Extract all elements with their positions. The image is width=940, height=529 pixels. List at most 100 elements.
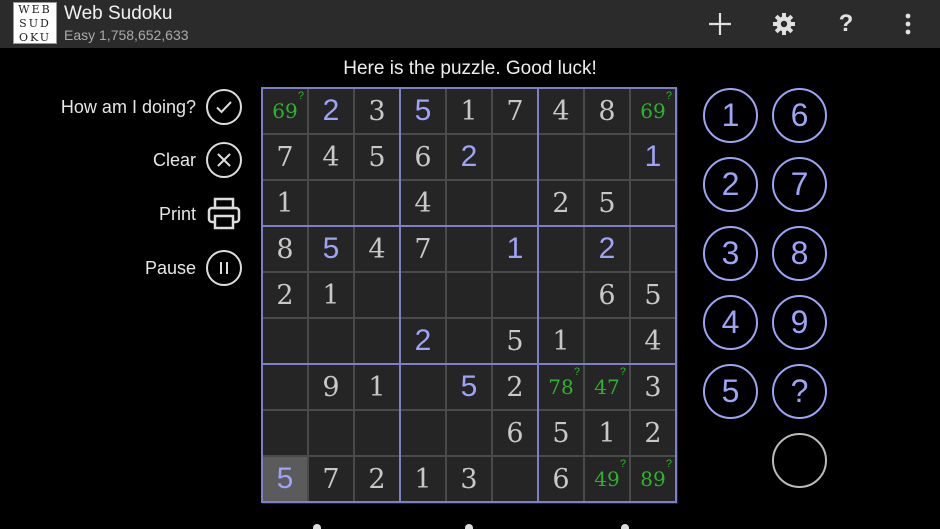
keypad-key-5[interactable]: 5: [703, 364, 758, 419]
sudoku-cell[interactable]: 4: [630, 318, 676, 364]
sudoku-cell[interactable]: 7: [308, 456, 354, 502]
sudoku-cell[interactable]: [492, 134, 538, 180]
sudoku-cell[interactable]: 7: [262, 134, 308, 180]
how-am-i-doing-button[interactable]: How am I doing?: [61, 89, 242, 125]
sudoku-cell[interactable]: 4: [400, 180, 446, 226]
keypad-key-7[interactable]: 7: [772, 157, 827, 212]
sudoku-cell[interactable]: [354, 410, 400, 456]
sudoku-cell[interactable]: 1: [354, 364, 400, 410]
sudoku-cell[interactable]: 5: [538, 410, 584, 456]
sudoku-cell[interactable]: 2: [400, 318, 446, 364]
sudoku-cell[interactable]: [262, 364, 308, 410]
sudoku-cell[interactable]: [584, 134, 630, 180]
keypad-key-9[interactable]: 9: [772, 295, 827, 350]
sudoku-cell[interactable]: 78?: [538, 364, 584, 410]
sudoku-cell[interactable]: [262, 318, 308, 364]
sudoku-cell[interactable]: 69?: [630, 88, 676, 134]
sudoku-cell[interactable]: 1: [538, 318, 584, 364]
sudoku-cell[interactable]: 1: [400, 456, 446, 502]
sudoku-cell[interactable]: 3: [630, 364, 676, 410]
sudoku-cell[interactable]: 4: [538, 88, 584, 134]
more-vert-icon[interactable]: [892, 8, 924, 40]
sudoku-cell[interactable]: 5: [400, 88, 446, 134]
keypad-key-8[interactable]: 8: [772, 226, 827, 281]
sudoku-cell[interactable]: [308, 318, 354, 364]
print-button[interactable]: Print: [159, 196, 242, 232]
sudoku-cell[interactable]: 5: [630, 272, 676, 318]
sudoku-cell[interactable]: 2: [354, 456, 400, 502]
sudoku-cell[interactable]: 6: [400, 134, 446, 180]
sudoku-cell[interactable]: [584, 318, 630, 364]
sudoku-cell[interactable]: 5: [584, 180, 630, 226]
pause-button[interactable]: Pause: [145, 250, 242, 286]
sudoku-cell[interactable]: 5: [492, 318, 538, 364]
sudoku-cell[interactable]: 2: [630, 410, 676, 456]
sudoku-cell[interactable]: 1: [630, 134, 676, 180]
sudoku-cell[interactable]: 1: [446, 88, 492, 134]
sudoku-cell[interactable]: 2: [538, 180, 584, 226]
sudoku-cell[interactable]: [492, 180, 538, 226]
keypad-guess-button[interactable]: ?: [772, 364, 827, 419]
keypad-key-2[interactable]: 2: [703, 157, 758, 212]
sudoku-cell[interactable]: [308, 410, 354, 456]
sudoku-cell[interactable]: [492, 456, 538, 502]
sudoku-cell[interactable]: [630, 226, 676, 272]
sudoku-cell[interactable]: 1: [492, 226, 538, 272]
sudoku-cell[interactable]: 49?: [584, 456, 630, 502]
plus-icon[interactable]: [704, 8, 736, 40]
sudoku-cell[interactable]: [446, 272, 492, 318]
sudoku-cell[interactable]: 6: [584, 272, 630, 318]
sudoku-cell[interactable]: [538, 272, 584, 318]
sudoku-cell[interactable]: [446, 318, 492, 364]
sudoku-cell[interactable]: 7: [400, 226, 446, 272]
sudoku-cell[interactable]: [400, 272, 446, 318]
sudoku-cell[interactable]: 1: [584, 410, 630, 456]
sudoku-cell[interactable]: 8: [262, 226, 308, 272]
sudoku-cell[interactable]: 5: [446, 364, 492, 410]
keypad-key-1[interactable]: 1: [703, 88, 758, 143]
sudoku-cell[interactable]: [538, 134, 584, 180]
sudoku-cell[interactable]: 1: [308, 272, 354, 318]
sudoku-cell[interactable]: [308, 180, 354, 226]
sudoku-cell[interactable]: 3: [354, 88, 400, 134]
keypad-erase-button[interactable]: [772, 433, 827, 488]
sudoku-cell[interactable]: 89?: [630, 456, 676, 502]
sudoku-cell[interactable]: 5: [308, 226, 354, 272]
help-icon[interactable]: ?: [830, 8, 862, 40]
keypad-key-4[interactable]: 4: [703, 295, 758, 350]
sudoku-cell[interactable]: 7: [492, 88, 538, 134]
sudoku-cell[interactable]: 9: [308, 364, 354, 410]
sudoku-cell[interactable]: [630, 180, 676, 226]
sudoku-cell[interactable]: 47?: [584, 364, 630, 410]
sudoku-cell[interactable]: [354, 272, 400, 318]
sudoku-cell[interactable]: [492, 272, 538, 318]
sudoku-cell[interactable]: 2: [262, 272, 308, 318]
sudoku-cell[interactable]: 2: [446, 134, 492, 180]
keypad-key-6[interactable]: 6: [772, 88, 827, 143]
sudoku-cell[interactable]: 5: [262, 456, 308, 502]
sudoku-cell[interactable]: 3: [446, 456, 492, 502]
sudoku-cell[interactable]: [446, 180, 492, 226]
sudoku-cell[interactable]: 2: [492, 364, 538, 410]
sudoku-cell[interactable]: [400, 364, 446, 410]
gear-icon[interactable]: [768, 8, 800, 40]
sudoku-cell[interactable]: [262, 410, 308, 456]
sudoku-cell[interactable]: 4: [354, 226, 400, 272]
sudoku-cell[interactable]: [446, 410, 492, 456]
sudoku-cell[interactable]: 69?: [262, 88, 308, 134]
sudoku-cell[interactable]: 6: [538, 456, 584, 502]
sudoku-cell[interactable]: [538, 226, 584, 272]
keypad-key-3[interactable]: 3: [703, 226, 758, 281]
sudoku-cell[interactable]: 5: [354, 134, 400, 180]
sudoku-cell[interactable]: 2: [308, 88, 354, 134]
clear-button[interactable]: Clear: [153, 142, 242, 178]
sudoku-cell[interactable]: 8: [584, 88, 630, 134]
sudoku-cell[interactable]: 4: [308, 134, 354, 180]
sudoku-cell[interactable]: [354, 318, 400, 364]
sudoku-cell[interactable]: 6: [492, 410, 538, 456]
sudoku-cell[interactable]: [400, 410, 446, 456]
sudoku-cell[interactable]: 1: [262, 180, 308, 226]
sudoku-cell[interactable]: 2: [584, 226, 630, 272]
sudoku-cell[interactable]: [354, 180, 400, 226]
sudoku-cell[interactable]: [446, 226, 492, 272]
